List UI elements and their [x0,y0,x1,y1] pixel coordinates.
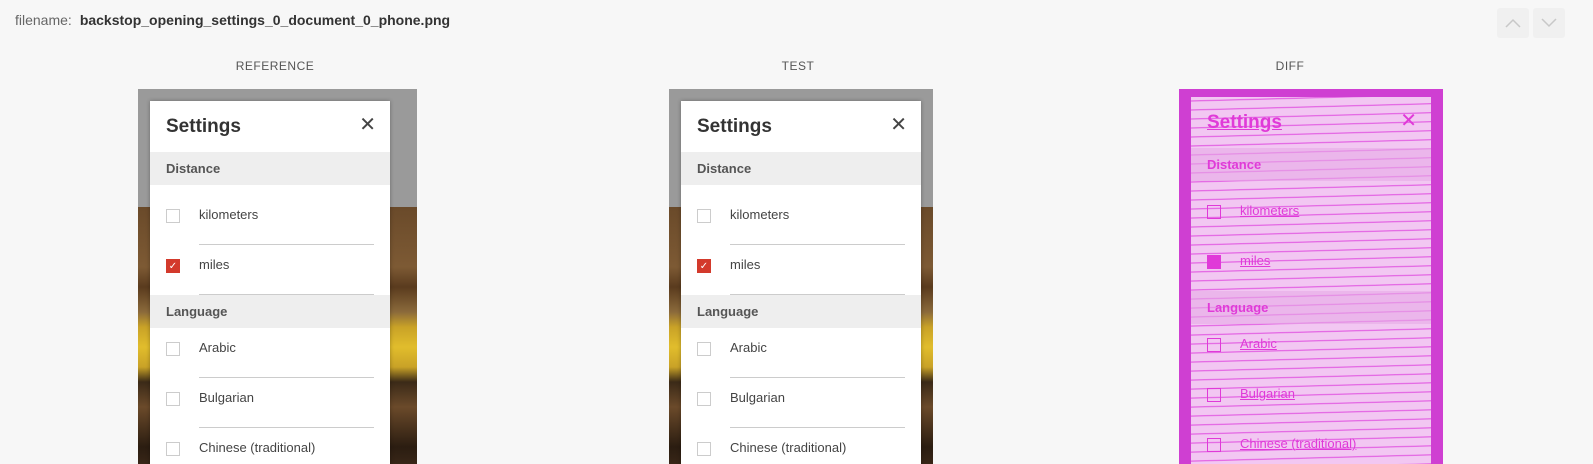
option-chinese-traditional[interactable]: Chinese (traditional) [150,428,390,464]
modal-title: Settings [697,116,772,137]
next-button[interactable] [1533,8,1565,38]
filename-row: filename: backstop_opening_settings_0_doc… [15,12,450,28]
checkbox[interactable] [697,342,711,356]
option-label: Bulgarian [1240,386,1295,401]
checkbox-checked[interactable]: ✓ [697,259,711,273]
language-header: Language [681,295,921,328]
distance-header: Distance [1191,148,1431,181]
option-bulgarian[interactable]: Bulgarian [681,378,921,428]
diff-screenshot[interactable]: Settings ✕ Distance kilometers ✓ miles L… [1179,89,1443,464]
option-label: miles [1240,253,1271,268]
checkbox[interactable] [166,209,180,223]
modal-title: Settings [1207,112,1282,133]
option-arabic: Arabic [1191,324,1431,374]
option-label: miles [199,257,230,272]
option-miles[interactable]: ✓ miles [150,245,390,295]
option-label: Bulgarian [730,390,785,405]
checkbox[interactable] [697,392,711,406]
checkbox-checked[interactable]: ✓ [166,259,180,273]
checkbox [1207,388,1221,402]
checkbox [1207,205,1221,219]
distance-header: Distance [150,152,390,185]
option-arabic[interactable]: Arabic [681,328,921,378]
option-kilometers: kilometers [1191,191,1431,241]
reference-screenshot[interactable]: Settings ✕ Distance kilometers ✓ miles L… [138,89,417,464]
test-screenshot[interactable]: Settings ✕ Distance kilometers ✓ miles L… [669,89,933,464]
option-bulgarian[interactable]: Bulgarian [150,378,390,428]
filename-value: backstop_opening_settings_0_document_0_p… [79,12,451,28]
settings-modal: Settings ✕ Distance kilometers ✓ miles L… [150,101,390,464]
checkbox [1207,438,1221,452]
checkbox[interactable] [697,209,711,223]
option-label: kilometers [730,207,790,222]
language-header: Language [150,295,390,328]
checkbox [1207,338,1221,352]
previous-button[interactable] [1497,8,1529,38]
option-chinese-traditional[interactable]: Chinese (traditional) [681,428,921,464]
chevron-up-icon [1505,18,1521,28]
settings-modal-diff: Settings ✕ Distance kilometers ✓ miles L… [1191,97,1431,464]
close-icon[interactable]: ✕ [890,115,907,135]
option-label: miles [730,257,761,272]
option-arabic[interactable]: Arabic [150,328,390,378]
option-label: Chinese (traditional) [199,440,316,455]
option-label: kilometers [1240,203,1300,218]
option-kilometers[interactable]: kilometers [150,195,390,245]
modal-title: Settings [166,116,241,137]
filename-label: filename: [15,12,72,28]
option-kilometers[interactable]: kilometers [681,195,921,245]
option-label: Chinese (traditional) [730,440,847,455]
checkbox[interactable] [166,392,180,406]
reference-label: REFERENCE [235,59,315,73]
option-label: Bulgarian [199,390,254,405]
option-miles: ✓ miles [1191,241,1431,291]
checkbox[interactable] [166,442,180,456]
checkbox[interactable] [697,442,711,456]
diff-label: DIFF [1275,59,1305,73]
checkbox-checked: ✓ [1207,255,1221,269]
option-label: Arabic [1240,336,1277,351]
close-icon[interactable]: ✕ [359,115,376,135]
option-label: Arabic [199,340,236,355]
settings-modal: Settings ✕ Distance kilometers ✓ miles L… [681,101,921,464]
option-chinese-traditional: Chinese (traditional) [1191,424,1431,464]
distance-header: Distance [681,152,921,185]
option-label: Arabic [730,340,767,355]
option-miles[interactable]: ✓ miles [681,245,921,295]
option-label: Chinese (traditional) [1240,436,1357,451]
language-header: Language [1191,291,1431,324]
chevron-down-icon [1541,18,1557,28]
checkbox[interactable] [166,342,180,356]
option-label: kilometers [199,207,259,222]
option-bulgarian: Bulgarian [1191,374,1431,424]
test-label: TEST [781,59,815,73]
close-icon: ✕ [1400,110,1417,132]
